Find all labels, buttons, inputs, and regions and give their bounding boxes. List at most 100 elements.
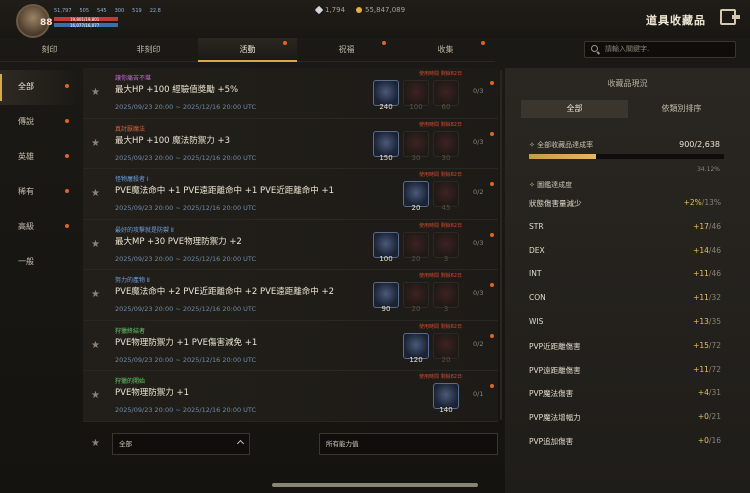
material-slot-icon[interactable]: 3 xyxy=(433,282,459,313)
row-title: 最大HP +100 經驗值獎勵 +5% xyxy=(115,85,239,95)
top-bar: 88 51,797 505 545 300 519 22.8 19,801/19… xyxy=(0,0,750,38)
collection-row[interactable]: ★ 怪物屠殺者 Ⅰ PVE魔法命中 +1 PVE遠距離命中 +1 PVE近距離命中 … xyxy=(83,169,498,220)
sidebar-item-5[interactable]: 一般 xyxy=(0,245,75,280)
collection-screen: 88 51,797 505 545 300 519 22.8 19,801/19… xyxy=(0,0,750,493)
material-slot-icon[interactable]: 20 xyxy=(403,282,429,313)
stat-current: +14 xyxy=(693,245,709,255)
material-count: 150 xyxy=(379,153,393,162)
favorite-star-icon[interactable]: ★ xyxy=(91,289,100,300)
material-slot-icon[interactable]: 30 xyxy=(433,130,459,162)
tab-3[interactable]: 祝福 xyxy=(297,38,396,61)
notification-dot xyxy=(490,283,494,287)
panel-tab-all[interactable]: 全部 xyxy=(521,100,628,118)
material-slot-icon[interactable]: 20 xyxy=(433,332,459,364)
material-slot-icon[interactable]: 140 xyxy=(433,383,459,414)
favorite-star-icon[interactable]: ★ xyxy=(91,340,100,351)
list-scrollbar[interactable] xyxy=(500,70,502,420)
tab-label: 刻印 xyxy=(41,45,58,54)
panel-tab-by-category[interactable]: 依類別排序 xyxy=(628,100,735,118)
panel-tabs: 全部 依類別排序 xyxy=(521,100,735,118)
stat-current: +4 xyxy=(697,388,709,398)
material-slot-icon[interactable]: 20 xyxy=(403,231,429,263)
exit-icon[interactable] xyxy=(720,9,740,25)
register-count: 0/3 xyxy=(473,137,484,146)
tab-0[interactable]: 刻印 xyxy=(0,38,99,61)
row-date: 2025/09/23 20:00 ~ 2025/12/16 20:00 UTC xyxy=(115,153,257,162)
collection-row[interactable]: ★ 讓你痛苦不堪 最大HP +100 經驗值獎勵 +5% 2025/09/23 20:… xyxy=(83,68,498,119)
stat-max: /72 xyxy=(708,364,721,374)
sidebar-item-0[interactable]: 全部 xyxy=(0,70,75,105)
register-count: 0/1 xyxy=(473,390,484,398)
category-tabs: 刻印 非刻印 活動 祝福 收集 xyxy=(0,38,495,62)
stat-value: +2%/13% xyxy=(684,198,721,207)
row-date: 2025/09/23 20:00 ~ 2025/12/16 20:00 UTC xyxy=(115,305,257,313)
tab-2[interactable]: 活動 xyxy=(198,38,297,62)
material-slot-icon[interactable]: 20 xyxy=(403,181,429,212)
sidebar-item-label: 英雄 xyxy=(18,152,34,161)
sidebar-item-4[interactable]: 高級 xyxy=(0,210,75,245)
material-slot-icon[interactable]: 100 xyxy=(403,80,429,111)
material-count: 90 xyxy=(381,305,391,313)
stat-value: 22.8 xyxy=(149,8,161,14)
character-level: 88 xyxy=(40,18,53,28)
material-slot-icon[interactable]: 150 xyxy=(373,130,399,162)
sidebar-item-1[interactable]: 傳說 xyxy=(0,105,75,140)
favorite-star-icon[interactable]: ★ xyxy=(91,87,100,98)
material-count: 100 xyxy=(409,103,423,111)
material-slot-icon[interactable]: 60 xyxy=(433,80,459,111)
stat-label: PVP遠距離傷害 xyxy=(529,365,581,375)
collection-row[interactable]: ★ 最好的攻擊就是防禦 Ⅱ 最大MP +30 PVE物理防禦力 +2 2025/09/… xyxy=(83,219,498,270)
stat-label: DEX xyxy=(529,245,545,255)
favorite-star-icon[interactable]: ★ xyxy=(91,138,100,149)
material-slot-icon[interactable]: 45 xyxy=(433,181,459,212)
collection-row[interactable]: ★ 狩獵的開始 PVE物理防禦力 +1 2025/09/23 20:00 ~ 2025… xyxy=(83,371,498,422)
material-count: 60 xyxy=(441,103,451,111)
favorite-star-icon[interactable]: ★ xyxy=(91,390,100,401)
row-category: 真討厭魔法 xyxy=(115,125,146,133)
stat-label: STR xyxy=(529,221,544,231)
home-indicator[interactable] xyxy=(272,483,478,487)
page-title: 道具收藏品 xyxy=(646,14,706,27)
stat-max: /46 xyxy=(708,269,721,279)
stat-row: CON +11/32 xyxy=(529,293,721,307)
search-input[interactable]: 請輸入關鍵字. xyxy=(584,41,736,58)
row-date: 2025/09/23 20:00 ~ 2025/12/16 20:00 UTC xyxy=(115,254,257,263)
stat-label: CON xyxy=(529,293,546,303)
tab-4[interactable]: 收集 xyxy=(396,38,495,61)
diamond-amount: 1,794 xyxy=(325,6,346,14)
material-slot-icon[interactable]: 30 xyxy=(403,130,429,162)
material-slot-icon[interactable]: 90 xyxy=(373,282,399,313)
collection-row[interactable]: ★ 真討厭魔法 最大HP +100 魔法防禦力 +3 2025/09/23 20:00… xyxy=(83,118,498,169)
sidebar-item-2[interactable]: 英雄 xyxy=(0,140,75,175)
favorite-star-icon[interactable]: ★ xyxy=(91,188,100,199)
stat-label: PVP魔法增幅力 xyxy=(529,413,581,423)
collection-row[interactable]: ★ 努力的產物 Ⅱ PVE魔法命中 +2 PVE近距離命中 +2 PVE遠距離命中 … xyxy=(83,270,498,321)
tab-label: 非刻印 xyxy=(136,45,161,54)
row-title: PVE物理防禦力 +1 PVE傷害減免 +1 xyxy=(115,337,258,348)
notification-dot xyxy=(65,224,69,228)
favorite-star-icon[interactable]: ★ xyxy=(91,239,100,250)
material-slot-icon[interactable]: 120 xyxy=(403,332,429,364)
tab-1[interactable]: 非刻印 xyxy=(99,38,198,61)
stat-value: +15/72 xyxy=(693,341,721,350)
notification-dot xyxy=(65,154,69,158)
stat-value: +0/21 xyxy=(698,412,721,421)
stat-label: INT xyxy=(529,269,542,279)
favorite-filter-star-icon[interactable]: ★ xyxy=(91,438,100,449)
collection-row[interactable]: ★ 狩獵終結者 PVE物理防禦力 +1 PVE傷害減免 +1 2025/09/23 2… xyxy=(83,320,498,371)
row-category: 最好的攻擊就是防禦 Ⅱ xyxy=(115,226,174,234)
sidebar-item-3[interactable]: 稀有 xyxy=(0,175,75,210)
stat-value: +4/31 xyxy=(698,388,721,397)
material-slot-icon[interactable]: 100 xyxy=(373,231,399,263)
row-category: 怪物屠殺者 Ⅰ xyxy=(115,176,149,183)
search-placeholder: 請輸入關鍵字. xyxy=(605,45,650,53)
row-category: 讓你痛苦不堪 xyxy=(115,75,152,82)
material-slot-icon[interactable]: 240 xyxy=(373,80,399,111)
collection-status-panel: 收藏品現況 全部 依類別排序 ✧ 全部收藏品達成率 900/2,638 34.1… xyxy=(505,68,750,493)
notification-dot xyxy=(490,333,494,338)
stat-value: +0/16 xyxy=(698,436,721,445)
material-slot-icon[interactable]: 3 xyxy=(433,231,459,263)
grade-dropdown[interactable]: 全部 xyxy=(112,433,250,455)
stat-dropdown[interactable]: 所有能力值 xyxy=(319,433,498,455)
stat-value: +13/35 xyxy=(693,317,721,326)
